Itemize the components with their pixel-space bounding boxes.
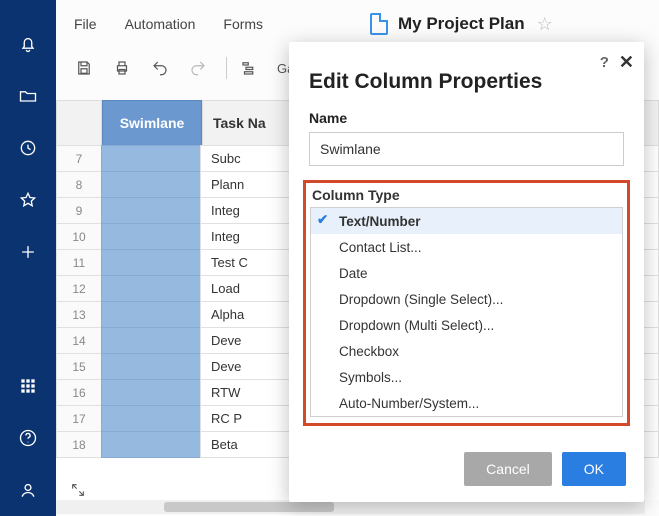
swimlane-cell[interactable]	[101, 145, 201, 172]
save-icon[interactable]	[74, 58, 94, 78]
row-number: 16	[56, 379, 102, 406]
swimlane-cell[interactable]	[101, 171, 201, 198]
bell-icon[interactable]	[16, 32, 40, 56]
clock-icon[interactable]	[16, 136, 40, 160]
column-type-dropdown-single[interactable]: Dropdown (Single Select)...	[311, 286, 622, 312]
column-type-label-text: Text/Number	[339, 214, 421, 229]
ok-button[interactable]: OK	[562, 452, 626, 486]
row-number: 12	[56, 275, 102, 302]
row-number: 17	[56, 405, 102, 432]
column-type-checkbox[interactable]: Checkbox	[311, 338, 622, 364]
column-type-auto-number[interactable]: Auto-Number/System...	[311, 390, 622, 416]
swimlane-cell[interactable]	[101, 275, 201, 302]
swimlane-cell[interactable]	[101, 197, 201, 224]
row-number: 18	[56, 431, 102, 458]
column-type-dropdown-multi[interactable]: Dropdown (Multi Select)...	[311, 312, 622, 338]
gantt-view-icon[interactable]	[239, 58, 259, 78]
left-nav-rail	[0, 0, 56, 516]
row-number: 14	[56, 327, 102, 354]
column-header-swimlane[interactable]: Swimlane	[102, 100, 202, 146]
dialog-help-icon[interactable]: ?	[600, 54, 609, 71]
expand-icon[interactable]	[70, 482, 86, 498]
row-number: 9	[56, 197, 102, 224]
swimlane-cell[interactable]	[101, 301, 201, 328]
sheet-icon	[370, 13, 388, 35]
menu-bar: File Automation Forms	[56, 0, 659, 48]
menu-automation[interactable]: Automation	[125, 16, 196, 32]
row-number-header	[56, 100, 102, 146]
swimlane-cell[interactable]	[101, 223, 201, 250]
check-icon: ✔	[317, 212, 328, 228]
swimlane-cell[interactable]	[101, 353, 201, 380]
name-label: Name	[309, 110, 624, 126]
horizontal-scrollbar[interactable]	[56, 500, 645, 514]
star-icon[interactable]	[16, 188, 40, 212]
column-type-contact-list[interactable]: Contact List...	[311, 234, 622, 260]
column-type-label: Column Type	[312, 187, 621, 203]
row-number: 8	[56, 171, 102, 198]
swimlane-cell[interactable]	[101, 379, 201, 406]
row-number: 11	[56, 249, 102, 276]
redo-icon[interactable]	[188, 58, 208, 78]
swimlane-cell[interactable]	[101, 405, 201, 432]
dialog-close-icon[interactable]: ✕	[619, 52, 634, 73]
doc-title: My Project Plan	[398, 14, 525, 34]
column-type-text-number[interactable]: ✔ Text/Number	[311, 208, 622, 234]
column-type-list: ✔ Text/Number Contact List... Date Dropd…	[310, 207, 623, 417]
column-name-input[interactable]: Swimlane	[309, 132, 624, 166]
undo-icon[interactable]	[150, 58, 170, 78]
column-type-section: Column Type ✔ Text/Number Contact List..…	[303, 180, 630, 426]
menu-file[interactable]: File	[74, 16, 97, 32]
scrollbar-thumb[interactable]	[164, 502, 334, 512]
column-type-symbols[interactable]: Symbols...	[311, 364, 622, 390]
swimlane-cell[interactable]	[101, 431, 201, 458]
swimlane-cell[interactable]	[101, 249, 201, 276]
toolbar-divider	[226, 57, 227, 79]
user-icon[interactable]	[16, 478, 40, 502]
row-number: 15	[56, 353, 102, 380]
dialog-title: Edit Column Properties	[309, 70, 624, 94]
help-icon[interactable]	[16, 426, 40, 450]
apps-grid-icon[interactable]	[16, 374, 40, 398]
plus-icon[interactable]	[16, 240, 40, 264]
column-type-date[interactable]: Date	[311, 260, 622, 286]
doc-title-area: My Project Plan ☆	[370, 0, 553, 48]
row-number: 13	[56, 301, 102, 328]
edit-column-dialog: ? ✕ Edit Column Properties Name Swimlane…	[289, 42, 644, 502]
row-number: 10	[56, 223, 102, 250]
menu-forms[interactable]: Forms	[223, 16, 263, 32]
print-icon[interactable]	[112, 58, 132, 78]
folder-icon[interactable]	[16, 84, 40, 108]
swimlane-cell[interactable]	[101, 327, 201, 354]
row-number: 7	[56, 145, 102, 172]
favorite-star-icon[interactable]: ☆	[537, 14, 553, 35]
cancel-button[interactable]: Cancel	[464, 452, 552, 486]
